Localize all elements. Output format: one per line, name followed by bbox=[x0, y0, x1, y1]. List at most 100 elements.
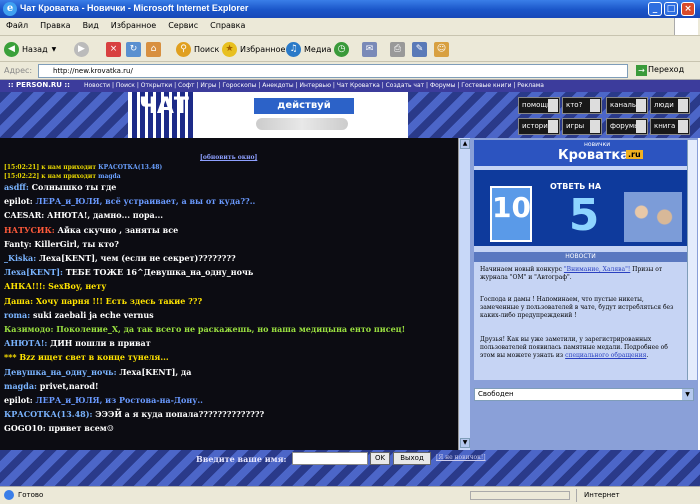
chat-line: Леха[KENT]: ТЕБЕ ТОЖЕ 16^Девушка_на_одну… bbox=[4, 267, 253, 277]
edit-button[interactable]: ✎ bbox=[412, 40, 430, 58]
refresh-button[interactable]: ↻ bbox=[126, 40, 144, 58]
menu-file[interactable]: Файл bbox=[0, 18, 34, 30]
chat-nick[interactable]: АНКА!!!: bbox=[4, 281, 48, 291]
favorites-button[interactable]: ★ Избранное bbox=[222, 40, 285, 58]
chat-nick[interactable]: Казимодо: bbox=[4, 324, 56, 334]
chat-line: Девушка_на_одну_ночь: Леха[KENT], да bbox=[4, 367, 191, 377]
maximize-button[interactable]: □ bbox=[664, 2, 678, 16]
chat-nick[interactable]: epilot: bbox=[4, 196, 36, 206]
special-appeal-link[interactable]: специального обращения bbox=[565, 352, 646, 359]
mail-button[interactable]: ✉ bbox=[362, 40, 380, 58]
menu-help[interactable]: Справка bbox=[204, 18, 251, 30]
menu-view[interactable]: Вид bbox=[77, 18, 105, 30]
site-brand[interactable]: :: PERSON.RU :: bbox=[8, 81, 70, 89]
chat-text: KillerGirl, ты кто? bbox=[34, 238, 119, 249]
right-panel: новички Кроватка .ru ОТВЕТЬ НА 10 5 НОВО… bbox=[470, 138, 698, 450]
info-scrollbar[interactable] bbox=[687, 140, 697, 380]
chat-text: Поколение_Х, да так всего не раскажешь, … bbox=[56, 324, 406, 334]
print-icon: ⎙ bbox=[390, 41, 405, 57]
page-icon bbox=[4, 490, 14, 500]
site-nav-links[interactable]: Новости | Поиск | Открытки | Софт | Игры… bbox=[84, 82, 544, 89]
media-button[interactable]: ♫ Медиа bbox=[286, 40, 331, 58]
chat-text: Леха[KENT], да bbox=[119, 366, 192, 377]
chat-text: ЛЕРА_и_ЮЛЯ, всё устраивает, а вы от куда… bbox=[35, 196, 256, 207]
chat-nick[interactable]: CAESAR: bbox=[4, 210, 47, 220]
toolbar: ◀ Назад ▼ ▶ × ↻ ⌂ ⚲ Поиск ★ Избранное ♫ Медиа… bbox=[0, 36, 700, 62]
exit-button[interactable]: Выход bbox=[393, 452, 431, 465]
edit-icon: ✎ bbox=[412, 41, 427, 57]
stop-icon: × bbox=[106, 41, 121, 57]
menu-edit[interactable]: Правка bbox=[34, 18, 76, 30]
chat-nick[interactable]: Леха[KENT]: bbox=[4, 267, 66, 277]
minimize-button[interactable]: _ bbox=[648, 2, 662, 16]
channels-icon bbox=[636, 99, 646, 112]
nav-who-button[interactable]: кто? bbox=[562, 97, 602, 114]
chat-text: Айка скучно , заняты все bbox=[57, 224, 179, 235]
chat-nick[interactable]: *** bbox=[4, 352, 19, 362]
stop-button[interactable]: × bbox=[106, 40, 124, 58]
chat-nick[interactable]: [15:02:21] к нам приходит bbox=[4, 164, 98, 171]
refresh-window-link[interactable]: [обновить окно] bbox=[200, 154, 257, 161]
history-icon: ◷ bbox=[334, 41, 349, 57]
forward-button[interactable]: ▶ bbox=[74, 40, 92, 58]
chat-nick[interactable]: Fanty: bbox=[4, 239, 34, 249]
chat-nick[interactable]: _Kiska: bbox=[4, 253, 39, 263]
search-button[interactable]: ⚲ Поиск bbox=[176, 40, 219, 58]
mail-icon: ✉ bbox=[362, 41, 377, 57]
chat-line: GOGO10: привет всем☺ bbox=[4, 423, 114, 433]
scroll-down-icon[interactable]: ▼ bbox=[460, 438, 470, 448]
go-button[interactable]: Переход bbox=[648, 65, 684, 74]
chat-text: привет всем☺ bbox=[48, 423, 114, 434]
chat-nick[interactable]: magda: bbox=[4, 381, 40, 391]
not-newbie-link[interactable]: [Я не новичок!] bbox=[436, 454, 486, 461]
status-bar: Готово Интернет bbox=[0, 486, 700, 504]
chat-nick[interactable]: [15:02:22] к нам приходит bbox=[4, 173, 98, 180]
menu-favorites[interactable]: Избранное bbox=[105, 18, 162, 30]
discuss-button[interactable]: ☺ bbox=[434, 40, 452, 58]
chat-line: _Kiska: Леха[KENT], чем (если не секрет)… bbox=[4, 253, 236, 263]
nav-help-button[interactable]: помощь bbox=[518, 97, 560, 114]
name-entry-bar: Введите ваше имя: OK Выход [Я не новичок… bbox=[0, 450, 700, 486]
print-button[interactable]: ⎙ bbox=[390, 40, 408, 58]
back-button[interactable]: ◀ Назад ▼ bbox=[4, 40, 56, 58]
contest-link[interactable]: "Внимание, Халява"! bbox=[564, 266, 630, 273]
chat-nick[interactable]: Девушка_на_одну_ночь: bbox=[4, 367, 119, 377]
close-button[interactable]: × bbox=[681, 2, 695, 16]
chat-nick[interactable]: Даша: bbox=[4, 296, 36, 306]
nav-games-button[interactable]: игры bbox=[562, 118, 602, 135]
chat-nick[interactable]: epilot: bbox=[4, 395, 36, 405]
chat-text: suki zaebali ja eche vernus bbox=[32, 309, 154, 320]
chat-window: [обновить окно] [15:02:21] к нам приходи… bbox=[0, 138, 458, 450]
forums-icon bbox=[636, 120, 646, 133]
status-text: Готово bbox=[18, 491, 44, 499]
scroll-up-icon[interactable]: ▲ bbox=[460, 139, 470, 149]
nav-book-button[interactable]: книга bbox=[650, 118, 690, 135]
ok-button[interactable]: OK bbox=[370, 452, 390, 465]
chat-nick[interactable]: roma: bbox=[4, 310, 33, 320]
chat-nick[interactable]: asdff: bbox=[4, 182, 32, 192]
nav-history-button[interactable]: история bbox=[518, 118, 560, 135]
chat-nick[interactable]: GOGO10: bbox=[4, 423, 48, 433]
nav-forums-button[interactable]: форумы bbox=[606, 118, 648, 135]
home-button[interactable]: ⌂ bbox=[146, 40, 164, 58]
help-icon bbox=[548, 99, 558, 112]
history-button[interactable]: ◷ bbox=[334, 40, 352, 58]
status-select[interactable]: Свободен ▼ bbox=[474, 388, 694, 401]
ad-banner[interactable]: ЧАТ действуй bbox=[128, 92, 408, 138]
chat-nick[interactable]: КРАСОТКА(13.48): bbox=[4, 409, 95, 419]
chat-line: epilot: ЛЕРА_и_ЮЛЯ, всё устраивает, а вы… bbox=[4, 196, 255, 206]
chat-line: *** Bzz ищет свет в конце тунеля... bbox=[4, 352, 169, 362]
star-icon: ★ bbox=[222, 41, 237, 57]
chat-line: CAESAR: АНЮТА!, дамно... пора... bbox=[4, 210, 163, 220]
chat-line: magda: privet,narod! bbox=[4, 381, 99, 391]
chat-nick[interactable]: АНЮТА!: bbox=[4, 338, 50, 348]
name-input[interactable] bbox=[292, 452, 368, 465]
site-nav: :: PERSON.RU :: Новости | Поиск | Открыт… bbox=[0, 80, 700, 92]
nav-channels-button[interactable]: каналы bbox=[606, 97, 648, 114]
promo-banner[interactable]: ОТВЕТЬ НА 10 5 bbox=[474, 170, 687, 246]
address-input[interactable]: http://new.krovatka.ru/ bbox=[38, 64, 628, 78]
menu-tools[interactable]: Сервис bbox=[162, 18, 204, 30]
chat-nick[interactable]: НАТУСИК: bbox=[4, 225, 57, 235]
chat-scrollbar[interactable]: ▲ ▼ bbox=[458, 138, 470, 450]
nav-people-button[interactable]: люди bbox=[650, 97, 690, 114]
